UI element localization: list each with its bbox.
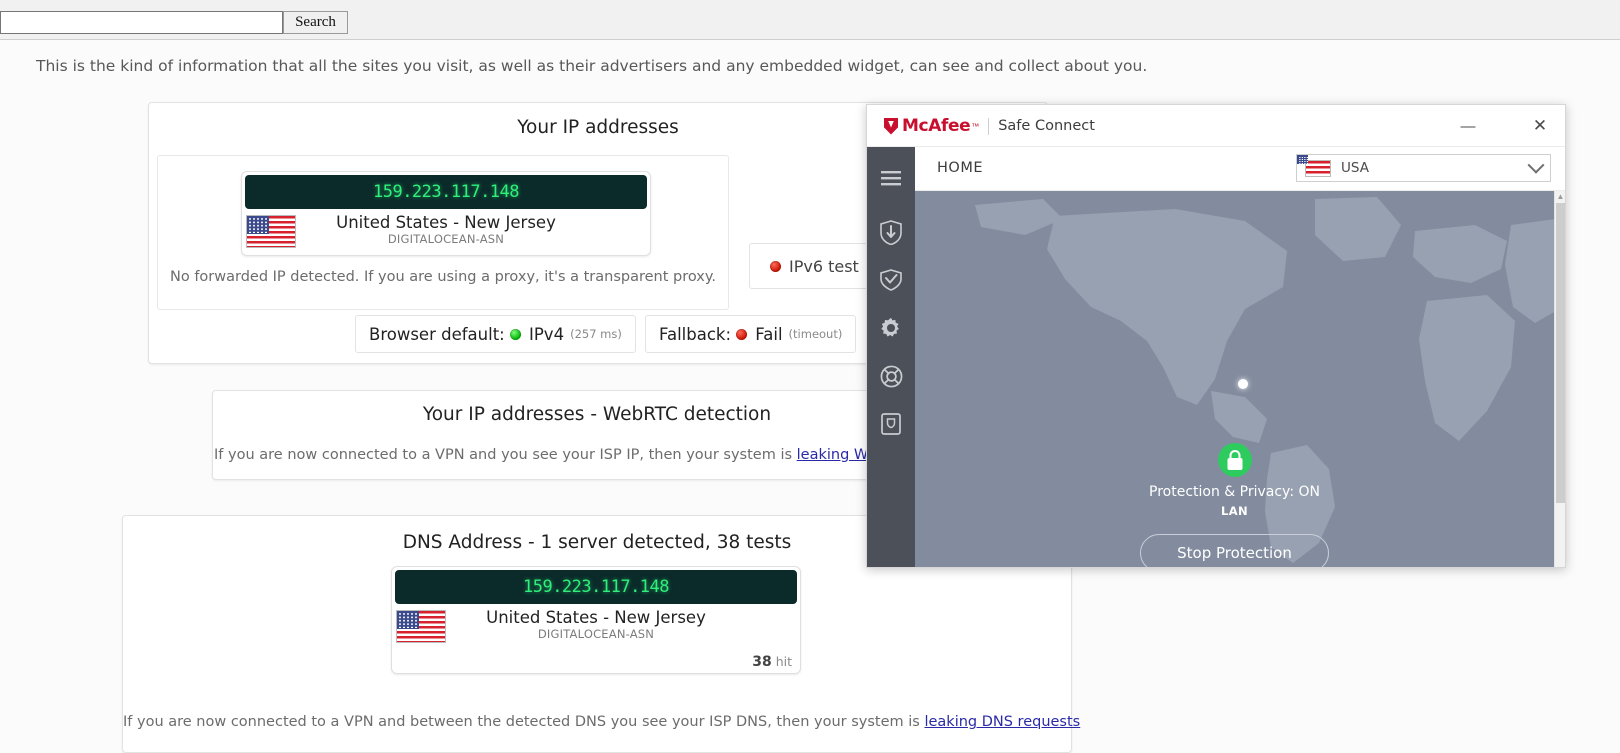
lock-icon: [1217, 443, 1252, 477]
mcafee-body: HOME USA Protection & Privacy: ON LAN St…: [867, 147, 1565, 567]
location-marker: [1238, 379, 1248, 389]
forwarded-ip-note: No forwarded IP detected. If you are usi…: [170, 269, 716, 285]
dns-asn-label: DIGITALOCEAN-ASN: [537, 627, 655, 641]
shield-check-icon[interactable]: [874, 263, 908, 297]
mcafee-safe-connect-window: McAfee ™ Safe Connect — ✕ HOME USA Prote…: [866, 104, 1566, 568]
logo-divider: [988, 117, 990, 135]
mcafee-brand-label: McAfee: [902, 116, 971, 136]
stop-protection-button[interactable]: Stop Protection: [1140, 534, 1329, 567]
mcafee-shield-icon: [884, 117, 898, 135]
lifebuoy-icon[interactable]: [874, 359, 908, 393]
network-type-label: LAN: [1220, 504, 1249, 518]
nav-home-label: HOME: [937, 160, 983, 176]
dns-leak-text: If you are now connected to a VPN and be…: [123, 714, 925, 730]
minimize-button[interactable]: —: [1455, 113, 1481, 139]
dns-hit-number: 38: [752, 654, 772, 670]
mcafee-nav-bar: HOME USA: [915, 147, 1565, 191]
fallback-pill: Fallback: Fail (timeout): [645, 315, 857, 353]
scrollbar-thumb[interactable]: [1556, 203, 1565, 503]
world-map: Protection & Privacy: ON LAN Stop Protec…: [915, 191, 1554, 567]
protection-status-block: Protection & Privacy: ON LAN Stop Protec…: [915, 443, 1554, 567]
browser-default-value: IPv4: [528, 324, 565, 344]
gear-icon[interactable]: [874, 311, 908, 345]
scroll-up-arrow-icon[interactable]: ▲: [1555, 191, 1565, 202]
vpn-shield-icon[interactable]: [874, 215, 908, 249]
mcafee-main-panel: HOME USA Protection & Privacy: ON LAN St…: [915, 147, 1565, 567]
fallback-prefix: Fallback:: [659, 324, 732, 344]
fallback-detail: (timeout): [788, 327, 843, 341]
ip-geo-row: United States - New Jersey DIGITALOCEAN-…: [242, 209, 650, 255]
status-dot-red-icon: [770, 260, 781, 272]
mcafee-product-label: Safe Connect: [998, 118, 1095, 134]
dns-hit-label: hit: [775, 654, 792, 669]
ipv6-test-label: IPv6 test: [789, 256, 859, 276]
device-icon[interactable]: [874, 407, 908, 441]
ip-country-label: United States - New Jersey: [336, 213, 556, 232]
vertical-scrollbar[interactable]: ▲: [1554, 191, 1565, 567]
trademark-symbol: ™: [971, 121, 980, 131]
browser-default-detail: (257 ms): [570, 327, 622, 341]
menu-icon[interactable]: [874, 161, 908, 195]
webrtc-leak-text: If you are now connected to a VPN and yo…: [214, 447, 797, 463]
browser-default-prefix: Browser default:: [369, 324, 505, 344]
dns-country-label: United States - New Jersey: [486, 608, 706, 627]
mcafee-sidebar: [867, 147, 915, 567]
close-button[interactable]: ✕: [1527, 113, 1553, 139]
dns-ip-value: 159.223.117.148: [395, 570, 797, 604]
status-badge: Protection & Privacy: ON: [1149, 484, 1320, 500]
search-button[interactable]: Search: [283, 11, 348, 34]
ip-address-value: 159.223.117.148: [245, 175, 647, 209]
status-dot-green-icon: [509, 328, 521, 340]
us-flag-icon: [1305, 159, 1331, 177]
mcafee-title-bar: McAfee ™ Safe Connect — ✕: [867, 105, 1565, 147]
ip-chip[interactable]: 159.223.117.148 United States - New Jers…: [241, 171, 651, 256]
dns-leak-link[interactable]: leaking DNS requests: [924, 714, 1080, 730]
chevron-down-icon: [1527, 156, 1545, 174]
us-flag-icon: [396, 610, 446, 643]
ip-asn-label: DIGITALOCEAN-ASN: [387, 232, 505, 246]
mcafee-logo: McAfee ™ Safe Connect: [884, 116, 1095, 136]
us-flag-icon: [246, 215, 296, 248]
dns-geo-row: United States - New Jersey DIGITALOCEAN-…: [392, 604, 800, 650]
browser-default-pill: Browser default: IPv4 (257 ms): [355, 315, 636, 353]
fallback-value: Fail: [755, 324, 783, 344]
dns-chip[interactable]: 159.223.117.148 United States - New Jers…: [391, 566, 801, 674]
dns-hit-count: 38 hit: [752, 654, 792, 670]
dns-leak-note: If you are now connected to a VPN and be…: [123, 714, 1080, 730]
search-input[interactable]: [0, 11, 283, 34]
status-dot-red-icon: [736, 328, 748, 340]
country-select-value: USA: [1341, 160, 1369, 176]
ip-detail-panel: 159.223.117.148 United States - New Jers…: [157, 155, 729, 310]
browser-search-bar: Search: [0, 0, 1620, 40]
intro-text: This is the kind of information that all…: [36, 57, 1148, 75]
country-select[interactable]: USA: [1296, 154, 1551, 182]
